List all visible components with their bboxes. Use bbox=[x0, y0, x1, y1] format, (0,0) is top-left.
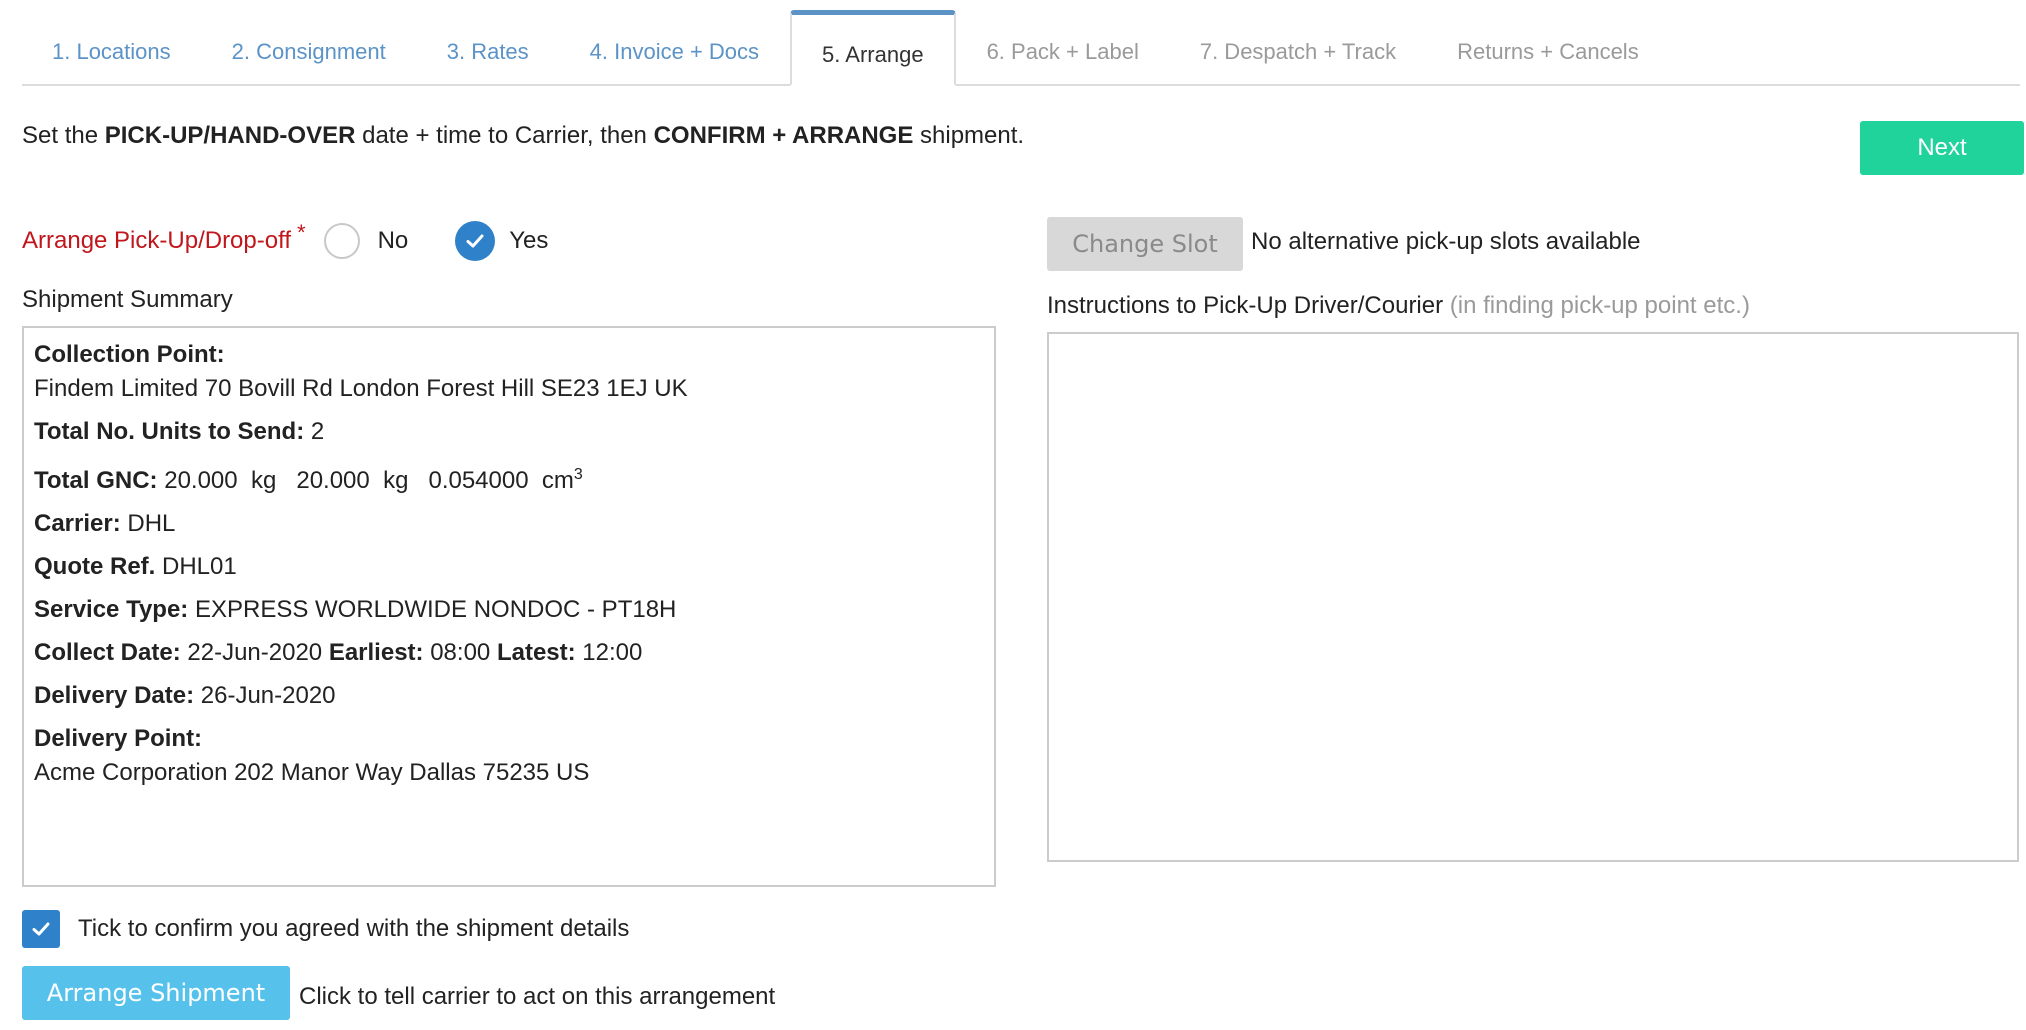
collection-point-address: Findem Limited 70 Bovill Rd London Fores… bbox=[34, 375, 688, 402]
intro-bold2: CONFIRM + ARRANGE bbox=[653, 122, 914, 149]
slot-status-text: No alternative pick-up slots available bbox=[1251, 228, 1641, 255]
intro-text: Set the PICK-UP/HAND-OVER date + time to… bbox=[22, 122, 1024, 150]
arrange-pickup-row: Arrange Pick-Up/Drop-off * No Yes bbox=[22, 218, 548, 264]
radio-no[interactable] bbox=[323, 223, 360, 259]
step-tabs: 1. Locations 2. Consignment 3. Rates 4. … bbox=[22, 10, 2020, 86]
required-mark: * bbox=[297, 220, 306, 245]
radio-yes[interactable] bbox=[455, 221, 496, 261]
tab-arrange[interactable]: 5. Arrange bbox=[790, 10, 956, 86]
intro-part3: shipment. bbox=[913, 122, 1025, 149]
confirm-label[interactable]: Tick to confirm you agreed with the ship… bbox=[78, 915, 629, 943]
tab-returns-cancels: Returns + Cancels bbox=[1457, 39, 1639, 64]
units-line: Total No. Units to Send: 2 bbox=[34, 418, 325, 445]
shipment-summary-box: Collection Point: Findem Limited 70 Bovi… bbox=[22, 326, 996, 887]
gnc-line: Total GNC: 20.000 kg 20.000 kg 0.054000 … bbox=[34, 466, 583, 494]
arrange-page: 1. Locations 2. Consignment 3. Rates 4. … bbox=[0, 0, 2026, 1030]
tab-invoice-docs[interactable]: 4. Invoice + Docs bbox=[560, 12, 789, 84]
arrange-pickup-label: Arrange Pick-Up/Drop-off bbox=[22, 227, 291, 254]
tab-locations[interactable]: 1. Locations bbox=[22, 12, 201, 84]
checkmark-icon bbox=[32, 922, 50, 936]
confirm-checkbox[interactable] bbox=[22, 910, 60, 948]
carrier-line: Carrier: DHL bbox=[34, 510, 176, 537]
checkmark-icon bbox=[466, 234, 484, 248]
collection-point-heading: Collection Point: bbox=[34, 341, 225, 368]
tab-despatch-track: 7. Despatch + Track bbox=[1199, 39, 1397, 64]
arrange-shipment-hint: Click to tell carrier to act on this arr… bbox=[299, 983, 776, 1010]
intro-part1: Set the bbox=[22, 122, 105, 149]
confirm-row: Tick to confirm you agreed with the ship… bbox=[22, 910, 629, 948]
delivery-point-address: Acme Corporation 202 Manor Way Dallas 75… bbox=[34, 759, 590, 786]
intro-part2: date + time to Carrier, then bbox=[355, 122, 654, 149]
delivery-date-line: Delivery Date: 26-Jun-2020 bbox=[34, 682, 336, 709]
delivery-point-heading: Delivery Point: bbox=[34, 725, 203, 752]
arrange-shipment-button[interactable]: Arrange Shipment bbox=[22, 966, 290, 1020]
instructions-label: Instructions to Pick-Up Driver/Courier (… bbox=[1047, 292, 1750, 319]
tab-pack-label: 6. Pack + Label bbox=[986, 39, 1139, 64]
instructions-hint: (in finding pick-up point etc.) bbox=[1449, 292, 1750, 319]
radio-yes-label[interactable]: Yes bbox=[509, 227, 548, 255]
service-type-line: Service Type: EXPRESS WORLDWIDE NONDOC -… bbox=[34, 596, 677, 623]
shipment-summary-title: Shipment Summary bbox=[22, 286, 233, 313]
intro-bold1: PICK-UP/HAND-OVER bbox=[104, 122, 356, 149]
next-button[interactable]: Next bbox=[1860, 121, 2024, 175]
tab-consignment[interactable]: 2. Consignment bbox=[202, 12, 416, 84]
collect-date-line: Collect Date: 22-Jun-2020 Earliest: 08:0… bbox=[34, 639, 643, 666]
quote-ref-line: Quote Ref. DHL01 bbox=[34, 553, 237, 580]
instructions-textarea[interactable] bbox=[1047, 332, 2019, 862]
change-slot-button: Change Slot bbox=[1047, 217, 1243, 271]
radio-no-label[interactable]: No bbox=[378, 227, 409, 255]
tab-rates[interactable]: 3. Rates bbox=[417, 12, 559, 84]
